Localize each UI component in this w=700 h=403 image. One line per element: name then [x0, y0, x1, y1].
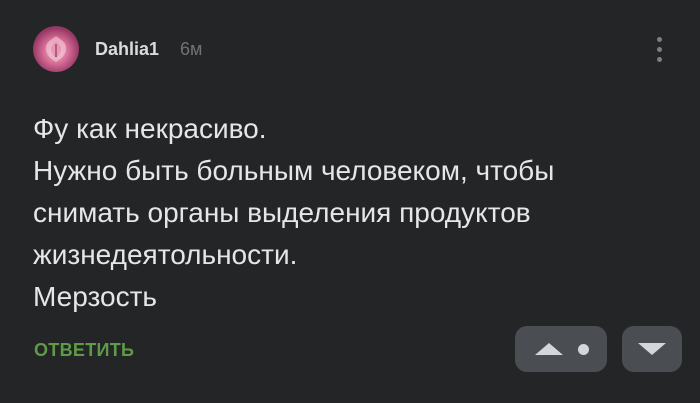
more-vertical-icon[interactable]: [648, 32, 670, 66]
more-dot: [656, 46, 662, 52]
comment-author[interactable]: Dahlia1: [95, 38, 159, 60]
neutral-rating-dot-icon: [577, 343, 589, 355]
triangle-down-icon: [638, 343, 666, 355]
avatar-image: [45, 36, 67, 62]
avatar[interactable]: [33, 26, 79, 72]
comment-text-line: Мерзость: [33, 281, 157, 312]
comment-text-line: снимать органы выделения продуктов: [33, 197, 531, 228]
reply-button[interactable]: ОТВЕТИТЬ: [34, 339, 134, 361]
more-dot: [656, 36, 662, 42]
comment-text-line: жизнедеятольности.: [33, 239, 298, 270]
comment-text-line: Нужно быть больным человеком, чтобы: [33, 155, 555, 186]
comment-card: Dahlia1 6м Фу как некрасиво. Нужно быть …: [0, 0, 700, 403]
comment-time: 6м: [180, 39, 203, 59]
comment-body: Фу как некрасиво. Нужно быть больным чел…: [33, 108, 673, 318]
downvote-button[interactable]: [622, 326, 682, 372]
comment-text-line: Фу как некрасиво.: [33, 113, 267, 144]
triangle-up-icon: [534, 343, 563, 355]
upvote-button[interactable]: [515, 326, 607, 372]
more-dot: [656, 56, 662, 62]
